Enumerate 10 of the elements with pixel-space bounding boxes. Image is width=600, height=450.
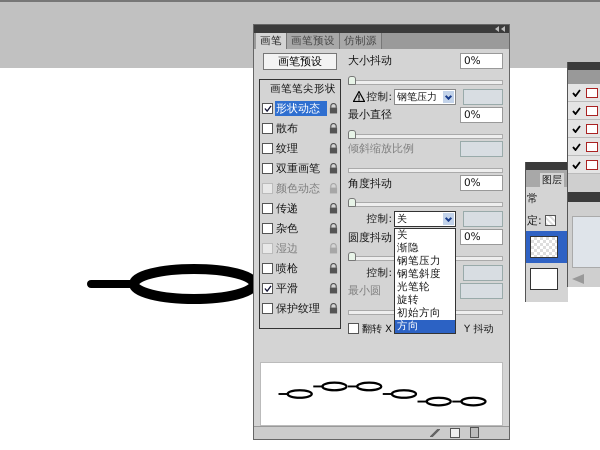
control-label: 控制: — [366, 212, 392, 226]
control-label: 控制: — [366, 90, 392, 104]
lock-label: 定: — [527, 212, 542, 228]
setting-label: 最小直径 — [348, 107, 392, 122]
control-label: 控制: — [366, 266, 392, 280]
setting-label: 角度抖动 — [348, 176, 392, 191]
setting-label: 大小抖动 — [348, 53, 392, 68]
setting-label: 最小圆 — [348, 283, 381, 298]
setting-label: 倾斜缩放比例 — [348, 141, 414, 156]
setting-label: 圆度抖动 — [348, 230, 392, 245]
